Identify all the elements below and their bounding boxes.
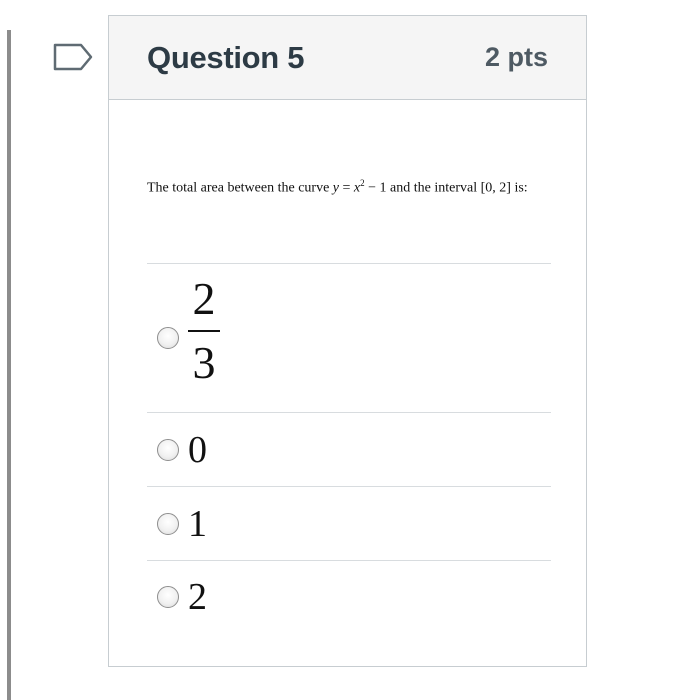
answer-option-0[interactable]: 0 [147,412,551,486]
question-text-start: The total area between the curve [147,180,333,196]
question-title: Question 5 [147,39,305,75]
answer-option-2[interactable]: 2 [147,560,551,632]
answer-option-2-3[interactable]: 2 3 [147,263,551,412]
left-border-rule [7,30,11,700]
question-header: Question 5 2 pts [109,16,586,100]
answer-label: 2 [188,575,207,618]
question-card: Question 5 2 pts The total area between … [108,15,587,667]
radio-button-icon[interactable] [157,512,179,535]
answer-label: 1 [188,502,207,545]
interval: [0, 2] [480,180,511,196]
question-points: 2 pts [484,42,548,72]
equation-rest: − 1 [364,180,387,196]
radio-button-icon[interactable] [157,585,179,608]
equation-equals: = [339,180,354,196]
fraction-answer: 2 3 [188,276,220,386]
answer-option-1[interactable]: 1 [147,486,551,560]
answer-list: 2 3 0 1 2 [147,263,551,632]
flag-question-icon[interactable] [53,43,93,71]
question-text-middle: and the interval [386,180,481,196]
radio-button-icon[interactable] [157,327,179,349]
answer-label: 0 [188,428,207,471]
fraction-denominator: 3 [192,337,216,388]
question-text-end: is: [510,180,528,196]
question-text: The total area between the curve y = x2 … [147,178,528,197]
fraction-numerator: 2 [192,273,216,324]
radio-button-icon[interactable] [157,438,179,461]
